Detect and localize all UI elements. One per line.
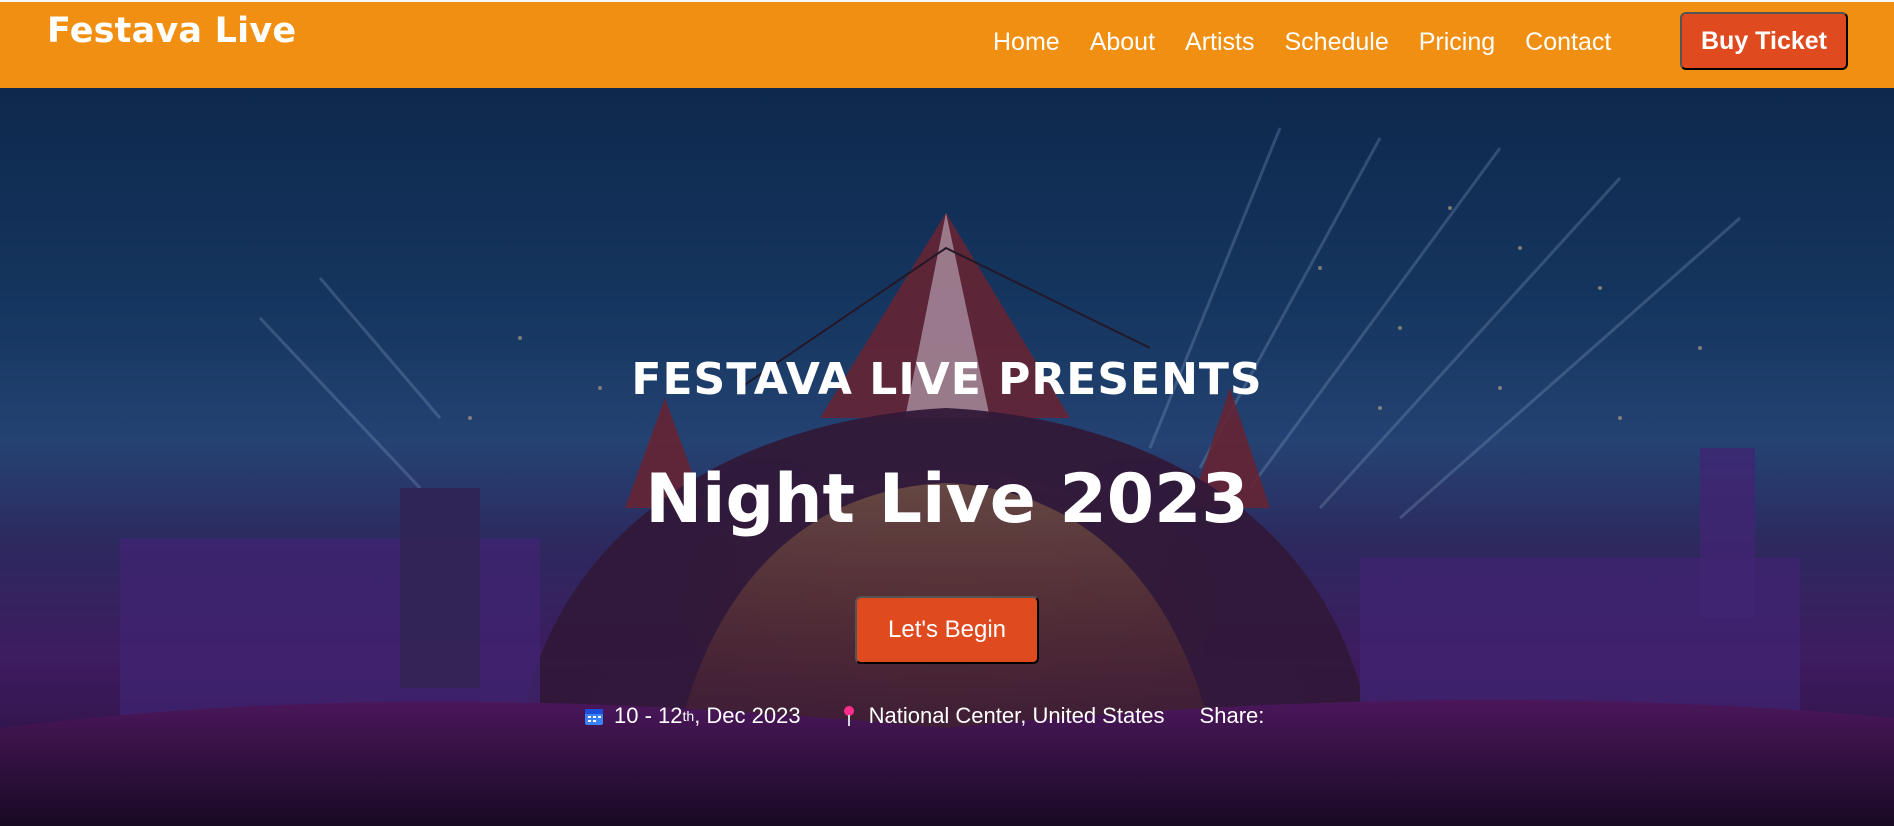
event-date: 10 - 12th, Dec 2023 xyxy=(584,703,801,729)
hero-title: Night Live 2023 xyxy=(645,460,1249,539)
calendar-icon xyxy=(584,706,604,726)
nav-home[interactable]: Home xyxy=(993,27,1060,57)
lets-begin-button[interactable]: Let's Begin xyxy=(855,596,1039,664)
nav-contact[interactable]: Contact xyxy=(1525,27,1611,57)
hero-section: FESTAVA LIVE PRESENTS Night Live 2023 Le… xyxy=(0,88,1894,826)
nav-links: Home About Artists Schedule Pricing Cont… xyxy=(993,27,1641,57)
navbar: Festava Live Home About Artists Schedule… xyxy=(0,0,1894,88)
location-text: National Center, United States xyxy=(868,703,1165,728)
map-pin-icon xyxy=(841,705,857,727)
date-suffix: , Dec 2023 xyxy=(694,703,801,728)
buy-ticket-button[interactable]: Buy Ticket xyxy=(1680,12,1848,70)
date-superscript: th xyxy=(682,708,695,724)
hero-kicker: FESTAVA LIVE PRESENTS xyxy=(631,354,1263,405)
nav-pricing[interactable]: Pricing xyxy=(1419,27,1495,57)
event-meta: 10 - 12th, Dec 2023 National Center, Uni… xyxy=(584,700,1264,732)
nav-artists[interactable]: Artists xyxy=(1185,27,1254,57)
date-prefix: 10 - 12 xyxy=(614,703,683,728)
brand-logo[interactable]: Festava Live xyxy=(47,11,296,51)
share-label: Share: xyxy=(1199,703,1265,728)
nav-schedule[interactable]: Schedule xyxy=(1284,27,1388,57)
event-location: National Center, United States xyxy=(841,703,1165,729)
nav-about[interactable]: About xyxy=(1090,27,1155,57)
